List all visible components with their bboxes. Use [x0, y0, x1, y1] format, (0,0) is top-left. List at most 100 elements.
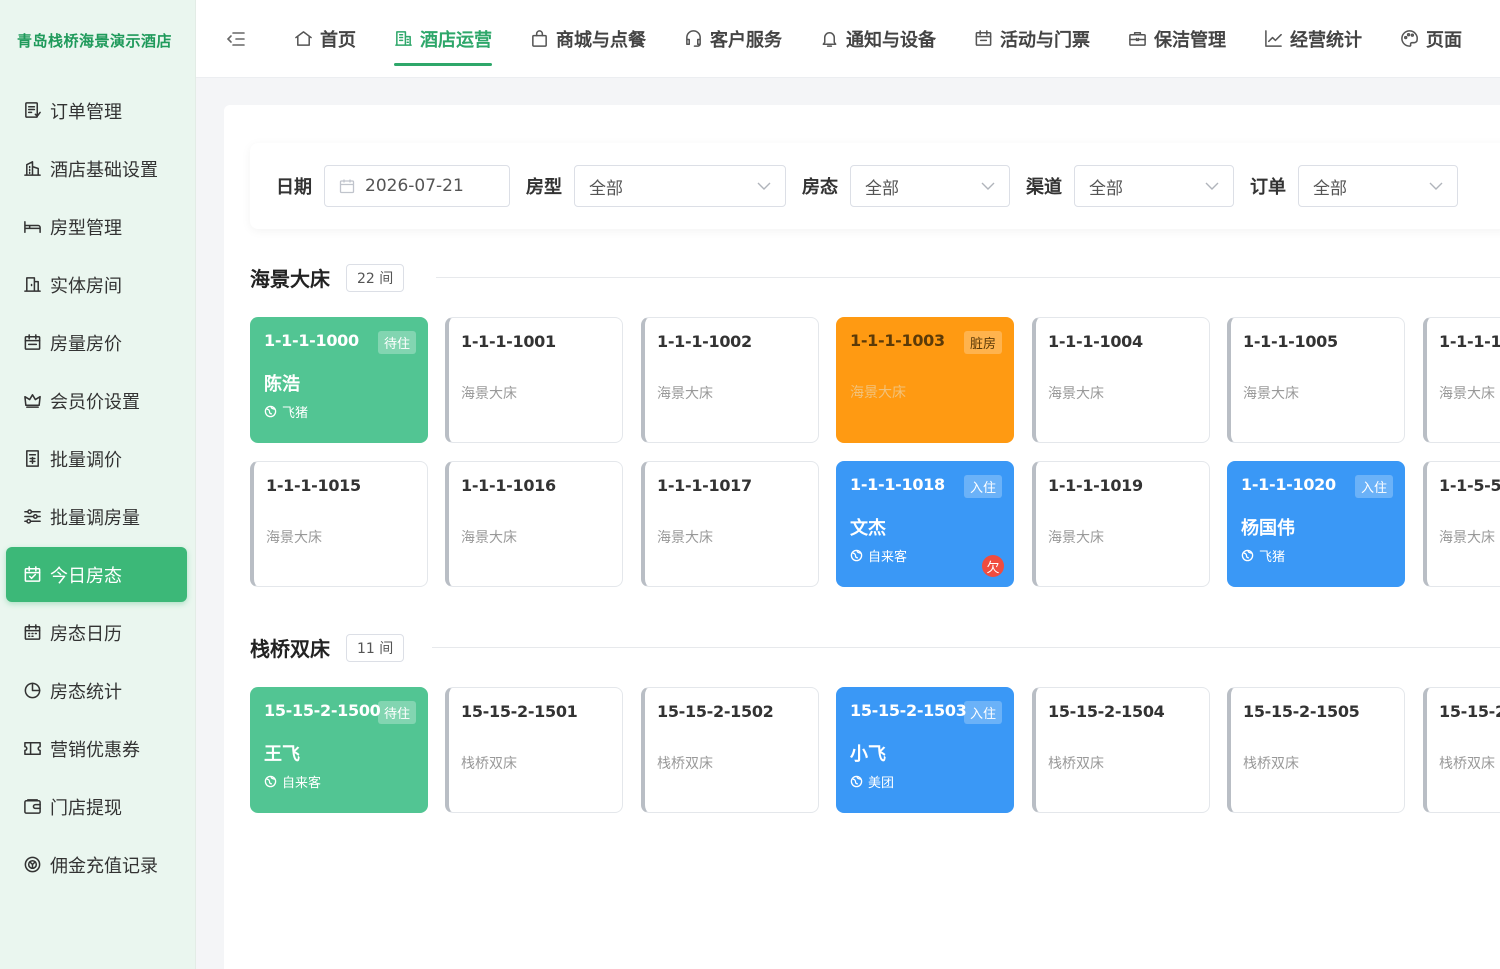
channel-name: 自来客: [282, 776, 322, 791]
sidebar-item-13[interactable]: 佣金充值记录: [6, 837, 187, 892]
room-status-tag: 入住: [963, 475, 1002, 498]
pie-icon: [24, 682, 40, 699]
room-card[interactable]: 15-15-2- 栈桥双床: [1423, 687, 1500, 813]
room-type-select[interactable]: 全部: [574, 165, 786, 207]
section-divider: [432, 647, 1500, 648]
room-card[interactable]: 1-1-1-10 海景大床: [1423, 317, 1500, 443]
channel-name: 自来客: [868, 550, 908, 565]
sidebar-item-9[interactable]: 房态日历: [6, 605, 187, 660]
headset-icon: [686, 30, 701, 47]
room-status-board: 日期 2026-07-21 房型 全部 房态 全部 渠道 全部 订单 全部 海景…: [224, 105, 1500, 969]
building-icon: [23, 161, 41, 176]
room-card[interactable]: 15-15-2-1501 栈桥双床: [445, 687, 623, 813]
sidebar-item-0[interactable]: 订单管理: [6, 83, 187, 138]
sidebar-item-8[interactable]: 今日房态: [6, 547, 187, 602]
top-nav: 首页 酒店运营 商城与点餐 客户服务 通知与设备 活动与门票 保洁管理 经营统计 页面: [294, 0, 1500, 77]
home-icon: [295, 31, 312, 46]
room-card[interactable]: 15-15-2-1502 栈桥双床: [641, 687, 819, 813]
sidebar-item-7[interactable]: 批量调房量: [6, 489, 187, 544]
room-card[interactable]: 1-1-1-1000 待住 陈浩 飞猪: [250, 317, 428, 443]
room-number: 1-1-5-5: [1439, 476, 1500, 495]
chart-icon: [1265, 30, 1282, 47]
nav-tab-label: 经营统计: [1290, 29, 1362, 51]
sidebar-item-label: 今日房态: [50, 565, 122, 587]
sidebar-item-11[interactable]: 营销优惠券: [6, 721, 187, 776]
coupon-icon: [23, 742, 41, 755]
room-card[interactable]: 1-1-1-1019 海景大床: [1032, 461, 1210, 587]
guest-name: 杨国伟: [1241, 518, 1295, 539]
room-section-header: 栈桥双床 11 间: [250, 633, 405, 662]
channel-icon: [850, 775, 863, 788]
nav-tab-2[interactable]: 商城与点餐: [530, 0, 646, 77]
room-card[interactable]: 15-15-2-1503 入住 小飞 美团: [836, 687, 1014, 813]
room-type-label: 房型: [526, 177, 562, 198]
sidebar-item-12[interactable]: 门店提现: [6, 779, 187, 834]
room-card[interactable]: 1-1-1-1018 入住 文杰 自来客欠: [836, 461, 1014, 587]
room-card[interactable]: 1-1-1-1020 入住 杨国伟 飞猪: [1227, 461, 1405, 587]
sidebar-item-6[interactable]: 批量调价: [6, 431, 187, 486]
nav-tab-6[interactable]: 保洁管理: [1128, 0, 1226, 77]
chevron-down-icon: [981, 182, 995, 190]
room-status-tag: 入住: [1354, 475, 1393, 498]
sidebar-item-4[interactable]: 房量房价: [6, 315, 187, 370]
room-status-select[interactable]: 全部: [850, 165, 1010, 207]
nav-tab-7[interactable]: 经营统计: [1264, 0, 1362, 77]
room-card[interactable]: 1-1-5-5 海景大床: [1423, 461, 1500, 587]
room-type: 海景大床: [461, 530, 517, 546]
sidebar-item-1[interactable]: 酒店基础设置: [6, 141, 187, 196]
room-card[interactable]: 1-1-1-1005 海景大床: [1227, 317, 1405, 443]
nav-tab-3[interactable]: 客户服务: [684, 0, 782, 77]
room-card[interactable]: 1-1-1-1016 海景大床: [445, 461, 623, 587]
date-value: 2026-07-21: [365, 176, 464, 196]
channel-name: 飞猪: [282, 406, 309, 421]
room-number: 1-1-1-1004: [1048, 332, 1143, 351]
room-number: 1-1-1-1001: [461, 332, 556, 351]
channel-select[interactable]: 全部: [1074, 165, 1234, 207]
bell-icon: [822, 32, 837, 47]
room-number: 1-1-1-1017: [657, 476, 752, 495]
booking-channel: 飞猪: [264, 402, 416, 421]
nav-tab-8[interactable]: 页面: [1400, 0, 1462, 77]
date-picker[interactable]: 2026-07-21: [324, 165, 510, 207]
sidebar-item-5[interactable]: 会员价设置: [6, 373, 187, 428]
room-card[interactable]: 15-15-2-1505 栈桥双床: [1227, 687, 1405, 813]
nav-tab-label: 酒店运营: [420, 29, 492, 51]
sidebar-item-2[interactable]: 房型管理: [6, 199, 187, 254]
room-card[interactable]: 1-1-1-1004 海景大床: [1032, 317, 1210, 443]
room-card[interactable]: 1-1-1-1015 海景大床: [250, 461, 428, 587]
nav-tab-5[interactable]: 活动与门票: [974, 0, 1090, 77]
menu-fold-icon: [226, 31, 245, 46]
room-card[interactable]: 1-1-1-1001 海景大床: [445, 317, 623, 443]
nav-tab-1[interactable]: 酒店运营: [394, 0, 492, 77]
sidebar-item-10[interactable]: 房态统计: [6, 663, 187, 718]
filter-bar: 日期 2026-07-21 房型 全部 房态 全部 渠道 全部 订单 全部: [250, 143, 1500, 229]
room-status-tag: 待住: [377, 701, 416, 724]
nav-tab-label: 首页: [320, 29, 356, 51]
room-type: 栈桥双床: [461, 756, 517, 772]
sidebar-item-label: 门店提现: [50, 797, 122, 819]
room-number: 15-15-2-1504: [1048, 702, 1165, 721]
nav-tab-label: 活动与门票: [1000, 29, 1090, 51]
section-title: 栈桥双床: [250, 637, 330, 661]
collapse-menu-button[interactable]: [226, 30, 256, 48]
room-type: 栈桥双床: [1243, 756, 1299, 772]
channel-icon: [1241, 549, 1254, 562]
room-card[interactable]: 15-15-2-1500 待住 王飞 自来客: [250, 687, 428, 813]
brand-title: 青岛栈桥海景演示酒店: [17, 31, 173, 50]
room-card[interactable]: 1-1-1-1003 脏房 海景大床: [836, 317, 1014, 443]
sidebar-item-label: 房量房价: [50, 333, 122, 355]
sidebar-menu: 订单管理 酒店基础设置 房型管理 实体房间房量房价会员价设置 批量调价 批量调房量今日房态…: [0, 83, 195, 892]
nav-tab-4[interactable]: 通知与设备: [820, 0, 936, 77]
room-card[interactable]: 1-1-1-1017 海景大床: [641, 461, 819, 587]
room-card[interactable]: 1-1-1-1002 海景大床: [641, 317, 819, 443]
nav-tab-label: 通知与设备: [846, 29, 936, 51]
room-number: 1-1-1-1002: [657, 332, 752, 351]
sidebar-item-3[interactable]: 实体房间: [6, 257, 187, 312]
room-card[interactable]: 15-15-2-1504 栈桥双床: [1032, 687, 1210, 813]
room-number: 1-1-1-1015: [266, 476, 361, 495]
room-type: 海景大床: [461, 386, 517, 402]
nav-tab-0[interactable]: 首页: [294, 0, 356, 77]
nav-tab-label: 商城与点餐: [556, 29, 646, 51]
order-select[interactable]: 全部: [1298, 165, 1458, 207]
price-icon: [25, 450, 39, 467]
